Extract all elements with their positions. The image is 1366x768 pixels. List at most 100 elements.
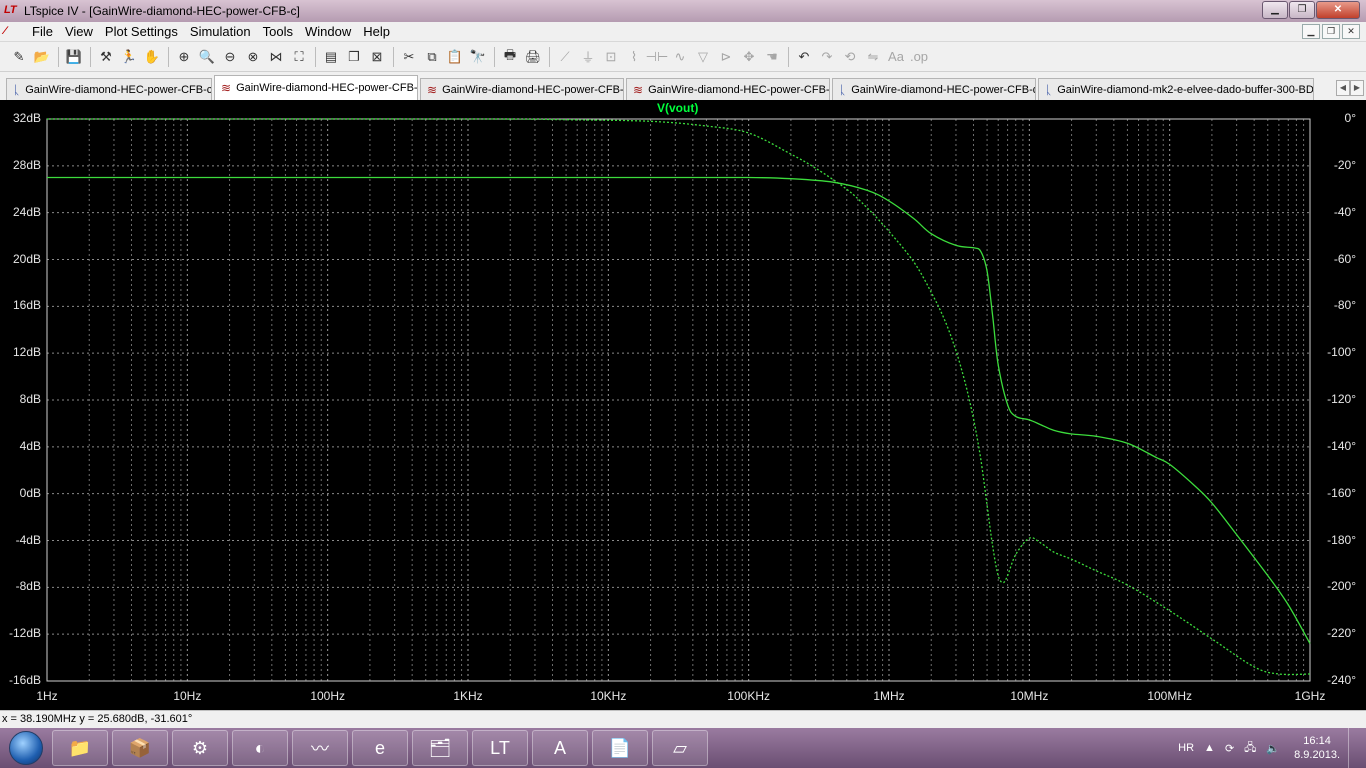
ltspice-taskbar-button[interactable]: LT xyxy=(472,730,528,766)
start-button[interactable] xyxy=(4,728,48,768)
save-icon: 💾 xyxy=(65,48,83,64)
zoom-out-button[interactable]: ⊖ xyxy=(219,46,241,68)
volume-icon[interactable]: 🔈 xyxy=(1266,742,1280,755)
antivirus-taskbar-button[interactable]: ◐ xyxy=(232,730,288,766)
menu-simulation[interactable]: Simulation xyxy=(184,24,257,39)
x-tick-label: 10Hz xyxy=(173,689,202,703)
close-button[interactable]: ✕ xyxy=(1316,1,1360,19)
window-switcher-taskbar-button[interactable]: ▱ xyxy=(652,730,708,766)
trace-label[interactable]: V(vout) xyxy=(657,101,698,115)
waveform-plot[interactable]: V(vout) 32dB 28dB 24dB 20dB 16dB 12dB 8dB 4dB 0d… xyxy=(0,100,1366,710)
control-panel-button[interactable]: ⚒ xyxy=(95,46,117,68)
new-schematic-button[interactable]: ✎ xyxy=(8,46,30,68)
doc-restore-button[interactable]: ❐ xyxy=(1322,24,1340,39)
oscilloscope-taskbar-button[interactable]: 〰 xyxy=(292,730,348,766)
notepad-icon: 📄 xyxy=(608,737,632,758)
title-bar: LT LTspice IV - [GainWire-diamond-HEC-po… xyxy=(0,0,1366,22)
wire-button[interactable]: ⟋ xyxy=(554,46,576,68)
tab-scroll-left-button[interactable]: ◀ xyxy=(1336,80,1350,96)
y-tick-label-right: -40° xyxy=(1333,204,1356,219)
y-tick-label-right: -180° xyxy=(1327,532,1356,547)
paste-button[interactable]: 📋 xyxy=(444,46,466,68)
open-button[interactable]: 📂 xyxy=(31,46,53,68)
component-button[interactable]: ⊳ xyxy=(715,46,737,68)
menu-view[interactable]: View xyxy=(59,24,99,39)
document-tab[interactable]: ᚳ GainWire-diamond-HEC-power-CFB-d xyxy=(832,78,1036,100)
component-icon: ⊳ xyxy=(720,48,732,64)
redo-button[interactable]: ↷ xyxy=(816,46,838,68)
tab-scroll-right-button[interactable]: ▶ xyxy=(1350,80,1364,96)
copy-button[interactable]: ⧉ xyxy=(421,46,443,68)
zoom-area-button[interactable]: 🔍 xyxy=(196,46,218,68)
menu-plot-settings[interactable]: Plot Settings xyxy=(99,24,184,39)
clock[interactable]: 16:14 8.9.2013. xyxy=(1294,734,1340,762)
menu-file[interactable]: File xyxy=(26,24,59,39)
control-panel-icon: ⚒ xyxy=(100,48,112,64)
cut-button[interactable]: ✂ xyxy=(398,46,420,68)
fit-button[interactable]: ⛶ xyxy=(288,46,310,68)
update-icon[interactable]: ⟳ xyxy=(1225,742,1234,755)
doc-close-button[interactable]: ✕ xyxy=(1342,24,1360,39)
close-all-button[interactable]: ⊠ xyxy=(366,46,388,68)
rotate-button[interactable]: ⟲ xyxy=(839,46,861,68)
show-hidden-icons-icon[interactable]: ▲ xyxy=(1204,742,1215,754)
ground-button[interactable]: ⏚ xyxy=(577,46,599,68)
label-button[interactable]: ⊡ xyxy=(600,46,622,68)
minimize-button[interactable]: ▁ xyxy=(1262,1,1288,19)
pan-hand-button[interactable]: ✋ xyxy=(141,46,163,68)
undo-button[interactable]: ↶ xyxy=(793,46,815,68)
pdf-reader-taskbar-button[interactable]: A xyxy=(532,730,588,766)
explorer-folder-taskbar-button[interactable]: 📁 xyxy=(52,730,108,766)
menu-help[interactable]: Help xyxy=(357,24,396,39)
document-tab[interactable]: ≋ GainWire-diamond-HEC-power-CFB-c xyxy=(420,78,624,100)
find-icon: 🔭 xyxy=(469,48,487,64)
ltspice-icon: LT xyxy=(490,737,510,758)
document-tab[interactable]: ≋ GainWire-diamond-HEC-power-CFB-d xyxy=(626,78,830,100)
language-indicator[interactable]: HR xyxy=(1178,742,1194,754)
zoom-cancel-button[interactable]: ⊗ xyxy=(242,46,264,68)
document-tab[interactable]: ᚳ GainWire-diamond-mk2-e-elvee-dado-buffe… xyxy=(1038,78,1314,100)
internet-explorer-icon: e xyxy=(374,737,385,758)
network-tool-taskbar-button[interactable]: ⚙ xyxy=(172,730,228,766)
internet-explorer-taskbar-button[interactable]: e xyxy=(352,730,408,766)
zoom-cancel-icon: ⊗ xyxy=(247,48,259,64)
notepad-taskbar-button[interactable]: 📄 xyxy=(592,730,648,766)
show-desktop-button[interactable] xyxy=(1348,728,1358,768)
menu-tools[interactable]: Tools xyxy=(257,24,299,39)
document-tab[interactable]: ≋ GainWire-diamond-HEC-power-CFB-c xyxy=(214,75,418,100)
network-tool-icon: ⚙ xyxy=(191,737,209,758)
plot-canvas[interactable] xyxy=(0,100,1366,710)
setup-package-taskbar-button[interactable]: 📦 xyxy=(112,730,168,766)
zoom-in-button[interactable]: ⊕ xyxy=(173,46,195,68)
text-button[interactable]: Aa xyxy=(885,46,907,68)
inductor-button[interactable]: ∿ xyxy=(669,46,691,68)
move-button[interactable]: ✥ xyxy=(738,46,760,68)
spice-directive-button[interactable]: .op xyxy=(908,46,930,68)
find-button[interactable]: 🔭 xyxy=(467,46,489,68)
print-setup-button[interactable]: 🖶 xyxy=(499,46,521,68)
save-button[interactable]: 💾 xyxy=(63,46,85,68)
x-tick-label: 100Hz xyxy=(310,689,345,703)
move-icon: ✥ xyxy=(743,48,755,64)
document-icon[interactable]: ∕ xyxy=(4,25,20,39)
network-icon[interactable]: 🖧 xyxy=(1244,739,1256,758)
cascade-button[interactable]: ❐ xyxy=(343,46,365,68)
drag-button[interactable]: ☚ xyxy=(761,46,783,68)
run-button[interactable]: 🏃 xyxy=(118,46,140,68)
y-tick-label-left: 16dB xyxy=(12,298,41,313)
doc-minimize-button[interactable]: ▁ xyxy=(1302,24,1320,39)
print-button[interactable]: 🖨 xyxy=(522,46,544,68)
y-tick-label-left: -4dB xyxy=(15,532,41,547)
diode-button[interactable]: ▽ xyxy=(692,46,714,68)
tile-horizontal-button[interactable]: ▤ xyxy=(320,46,342,68)
autorange-button[interactable]: ⋈ xyxy=(265,46,287,68)
restore-button[interactable]: ❐ xyxy=(1289,1,1315,19)
mirror-button[interactable]: ⇋ xyxy=(862,46,884,68)
capacitor-button[interactable]: ⊣⊢ xyxy=(646,46,669,68)
fit-icon: ⛶ xyxy=(294,48,304,64)
document-tab[interactable]: ᚳ GainWire-diamond-HEC-power-CFB-c xyxy=(6,78,212,100)
resistor-button[interactable]: ⌇ xyxy=(623,46,645,68)
x-tick-label: 1Hz xyxy=(36,689,58,703)
menu-window[interactable]: Window xyxy=(299,24,357,39)
file-manager-taskbar-button[interactable]: 🗂 xyxy=(412,730,468,766)
